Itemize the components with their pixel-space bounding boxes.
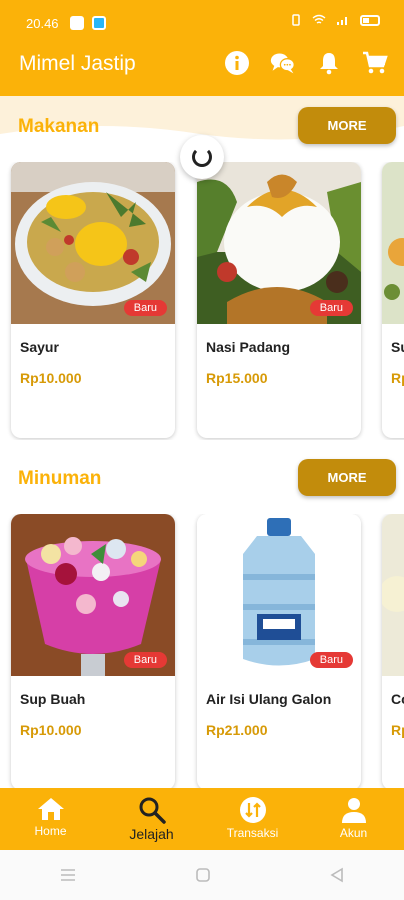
section-title-makanan: Makanan: [18, 116, 100, 137]
loading-spinner: [180, 135, 224, 179]
bottom-nav: Home Jelajah Transaksi Akun: [0, 788, 404, 850]
product-name: Sayur: [20, 339, 59, 355]
wifi-icon: [312, 14, 326, 24]
app-title: Mimel Jastip: [19, 52, 136, 75]
nav-jelajah-label: Jelajah: [129, 826, 174, 842]
nav-akun[interactable]: Akun: [303, 788, 404, 850]
nav-home[interactable]: Home: [0, 788, 101, 850]
product-price: Rp10.000: [20, 370, 82, 386]
product-name: Su: [391, 339, 404, 355]
notification-icon: [70, 16, 84, 30]
chat-icon[interactable]: [270, 50, 296, 76]
bell-icon[interactable]: [316, 50, 342, 76]
product-image-partial: [382, 162, 404, 324]
product-image-partial: [382, 514, 404, 676]
product-card-partial[interactable]: Su Rp: [382, 162, 404, 438]
product-card-sup-buah[interactable]: Baru Sup Buah Rp10.000: [11, 514, 175, 790]
badge-baru: Baru: [309, 300, 353, 316]
back-icon[interactable]: [329, 867, 345, 883]
nav-home-label: Home: [34, 824, 67, 838]
product-price: Rp: [391, 722, 404, 738]
transaction-icon: [239, 797, 266, 823]
user-icon: [341, 798, 366, 823]
nav-transaksi[interactable]: Transaksi: [202, 788, 303, 850]
makanan-list[interactable]: Baru Sayur Rp10.000 Baru Nasi Padang Rp1…: [0, 162, 404, 440]
product-name: Sup Buah: [20, 691, 86, 707]
system-nav: [0, 850, 404, 900]
product-price: Rp: [391, 370, 404, 386]
cart-icon[interactable]: [362, 50, 388, 76]
status-icons: [290, 14, 380, 26]
minuman-list[interactable]: Baru Sup Buah Rp10.000 Baru Air Isi Ulan…: [0, 514, 404, 792]
more-button-makanan[interactable]: MORE: [298, 107, 396, 144]
signal-icon: [337, 17, 347, 25]
home-button-icon[interactable]: [195, 867, 211, 883]
home-icon: [37, 798, 64, 820]
nav-transaksi-label: Transaksi: [226, 826, 279, 840]
product-name: Nasi Padang: [206, 339, 291, 355]
product-card-partial[interactable]: Co Rp: [382, 514, 404, 790]
badge-baru: Baru: [123, 300, 167, 316]
search-icon: [139, 797, 166, 824]
product-name: Co: [391, 691, 404, 707]
nav-jelajah[interactable]: Jelajah: [101, 788, 202, 850]
product-card-sayur[interactable]: Baru Sayur Rp10.000: [11, 162, 175, 438]
status-time: 20.46: [26, 16, 59, 31]
app-bar: Mimel Jastip: [0, 46, 404, 98]
badge-baru: Baru: [123, 652, 167, 668]
product-price: Rp10.000: [20, 722, 82, 738]
app-notification-icon: [92, 16, 106, 30]
vibrate-icon: [292, 14, 300, 26]
more-button-minuman[interactable]: MORE: [298, 459, 396, 496]
product-price: Rp21.000: [206, 722, 268, 738]
status-bar: 20.46: [0, 0, 404, 46]
section-title-minuman: Minuman: [18, 468, 102, 489]
menu-icon[interactable]: [59, 868, 77, 882]
badge-baru: Baru: [309, 652, 353, 668]
product-price: Rp15.000: [206, 370, 268, 386]
nav-akun-label: Akun: [339, 826, 368, 840]
info-icon[interactable]: [224, 50, 250, 76]
product-card-nasi-padang[interactable]: Baru Nasi Padang Rp15.000: [197, 162, 361, 438]
product-card-air-galon[interactable]: Baru Air Isi Ulang Galon Rp21.000: [197, 514, 361, 790]
battery-icon: [360, 14, 380, 26]
product-name: Air Isi Ulang Galon: [206, 691, 332, 707]
